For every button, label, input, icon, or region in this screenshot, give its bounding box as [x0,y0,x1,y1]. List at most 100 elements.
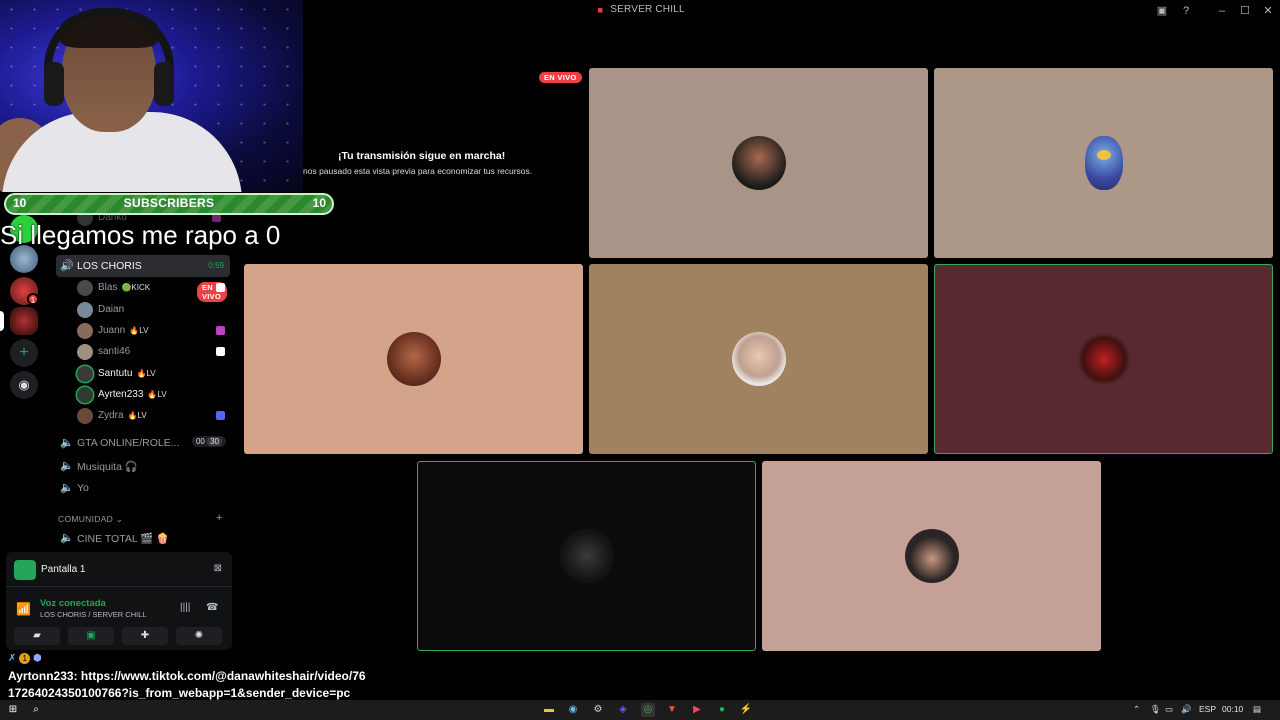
channel-yo[interactable]: 🔈 Yo [56,477,230,499]
video-tile[interactable] [589,68,928,258]
activities-button[interactable]: ✚ [122,627,168,645]
screen-share-button[interactable]: ▣ [68,627,114,645]
voice-user-santi46[interactable]: santi46 [77,342,227,362]
clock[interactable]: 00:10 [1222,704,1243,714]
video-tile-speaking[interactable] [417,461,756,651]
media-player-icon[interactable]: ▶ [690,703,704,717]
lv-tag: 🔥LV [147,390,167,399]
voice-location[interactable]: LOS CHORIS / SERVER CHILL [40,610,147,619]
voice-user-zydra[interactable]: Zydra 🔥LV [77,406,227,426]
channel-name: Musiquita 🎧 [77,461,138,473]
voice-user-juann[interactable]: Juann 🔥LV [77,321,227,341]
help-icon[interactable]: ? [1179,4,1193,18]
maximize-button[interactable]: ☐ [1238,4,1252,18]
voice-user-blas[interactable]: Blas 🟢KICK EN VIVO [77,278,227,302]
sub-goal-target: 10 [312,196,326,210]
shield-icon: ⬢ [32,653,42,664]
avatar [1076,332,1131,386]
minimize-button[interactable]: – [1215,4,1229,18]
brave-icon[interactable]: ▼ [665,703,679,717]
voice-user-name: Daian [98,304,125,315]
chat-message-line: Ayrtonn233: https://www.tiktok.com/@dana… [8,669,366,683]
voice-user-santutu[interactable]: Santutu 🔥LV [77,364,227,384]
settings-icon[interactable]: ⚙ [591,703,605,717]
channel-name: LOS CHORIS [77,260,142,272]
chrome-icon[interactable]: ◎ [641,703,655,717]
channel-los-choris[interactable]: 🔊 LOS CHORIS 0:59 [56,255,230,277]
channel-name: Yo [77,482,89,494]
tag-text: LV [137,411,147,420]
chat-overlay: ✗ 1 ⬢ Ayrtonn233: https://www.tiktok.com… [0,651,390,703]
soundboard-button[interactable]: ✺ [176,627,222,645]
chat-message: Ayrtonn233: https://www.tiktok.com/@dana… [8,668,388,702]
category-comunidad[interactable]: COMUNIDAD ⌄ [58,514,123,525]
video-tile[interactable] [762,461,1101,651]
server-icon-chill[interactable] [10,307,38,335]
close-button[interactable]: ✕ [1261,4,1275,18]
tag-text: KICK [131,283,151,292]
microphone-icon[interactable]: 🎙 [1150,704,1161,715]
steam-icon[interactable]: ◉ [566,703,580,717]
file-explorer-icon[interactable]: ▬ [542,703,556,717]
notification-badge: 1 [27,293,39,305]
voice-user-daian[interactable]: Daian [77,300,227,320]
sub-goal-label: SUBSCRIBERS [123,196,215,210]
windows-start-icon[interactable]: ⊞ [6,703,20,717]
voice-panel: Pantalla 1 ⊠ 📶 Voz conectada LOS CHORIS … [6,552,232,650]
category-name: COMUNIDAD [58,514,114,524]
voice-user-name: santi46 [98,346,131,357]
video-tile[interactable] [934,68,1273,258]
video-tile[interactable] [589,264,928,454]
chevron-down-icon: ⌄ [115,514,124,524]
speaker-icon: 🔈 [60,460,74,472]
divider [6,586,232,587]
video-tile-speaking[interactable] [934,264,1273,454]
kick-tag: 🟢KICK [121,283,151,292]
server-logo-icon: ■ [597,5,604,15]
chevron-up-icon[interactable]: ⌃ [1133,704,1140,715]
search-icon[interactable]: ⌕ [29,703,43,717]
voice-user-ayrten233[interactable]: Ayrten233 🔥LV [77,385,227,405]
tag-text: LV [146,369,156,378]
avatar [559,529,614,583]
avatar [77,280,93,296]
live-badge: EN VIVO [539,72,582,83]
notifications-icon[interactable]: ▤ [1253,704,1261,715]
stream-icon [216,283,225,292]
user-limit: 30 [207,437,222,446]
user-count: 00 [195,437,205,446]
inbox-icon[interactable]: ▣ [1155,4,1169,18]
stream-caption: Si llegamos me rapo a 0 [0,220,281,250]
channel-musiquita[interactable]: 🔈 Musiquita 🎧 [56,455,230,477]
add-channel-icon[interactable]: + [216,512,222,524]
noise-suppression-icon[interactable]: |||| [180,602,190,613]
chat-badges: ✗ 1 ⬢ [8,653,42,664]
avatar [77,323,93,339]
activity-icon [216,411,225,420]
channel-timer: 0:59 [208,261,224,270]
video-tile[interactable] [244,264,583,454]
camera-button[interactable]: ▰ [14,627,60,645]
discord-icon[interactable]: ◈ [616,703,630,717]
channel-name: CINE TOTAL 🎬 🍿 [77,533,170,545]
channel-cine-total[interactable]: 🔈 CINE TOTAL 🎬 🍿 [56,527,230,549]
spotify-icon[interactable]: ● [715,703,729,717]
app-root: ■ SERVER CHILL ▣ ? – ☐ ✕ 1 + ◉ Danko 🔊 LO… [0,0,1280,720]
stream-paused-subtitle: nos pausado esta vista previa para econo… [303,166,533,176]
volume-icon[interactable]: 🔊 [1181,704,1192,715]
add-server-icon[interactable]: + [10,339,38,367]
avatar [731,136,786,190]
disconnect-icon[interactable]: ☎ [206,602,218,613]
stream-icon [216,347,225,356]
network-icon[interactable]: ▭ [1165,704,1173,715]
tag-text: LV [157,390,167,399]
app-icon[interactable]: ⚡ [739,703,753,717]
stop-stream-icon[interactable]: ⊠ [214,563,222,574]
voice-status[interactable]: Voz conectada [40,598,106,609]
language-indicator[interactable]: ESP [1199,704,1216,714]
channel-name: GTA ONLINE/ROLE... [77,437,180,449]
user-limit-badge: 00 30 [191,436,226,447]
explore-icon[interactable]: ◉ [10,371,38,399]
voice-user-name: Santutu [98,368,133,379]
channel-gta-online[interactable]: 🔈 GTA ONLINE/ROLE... 00 30 [56,432,230,454]
